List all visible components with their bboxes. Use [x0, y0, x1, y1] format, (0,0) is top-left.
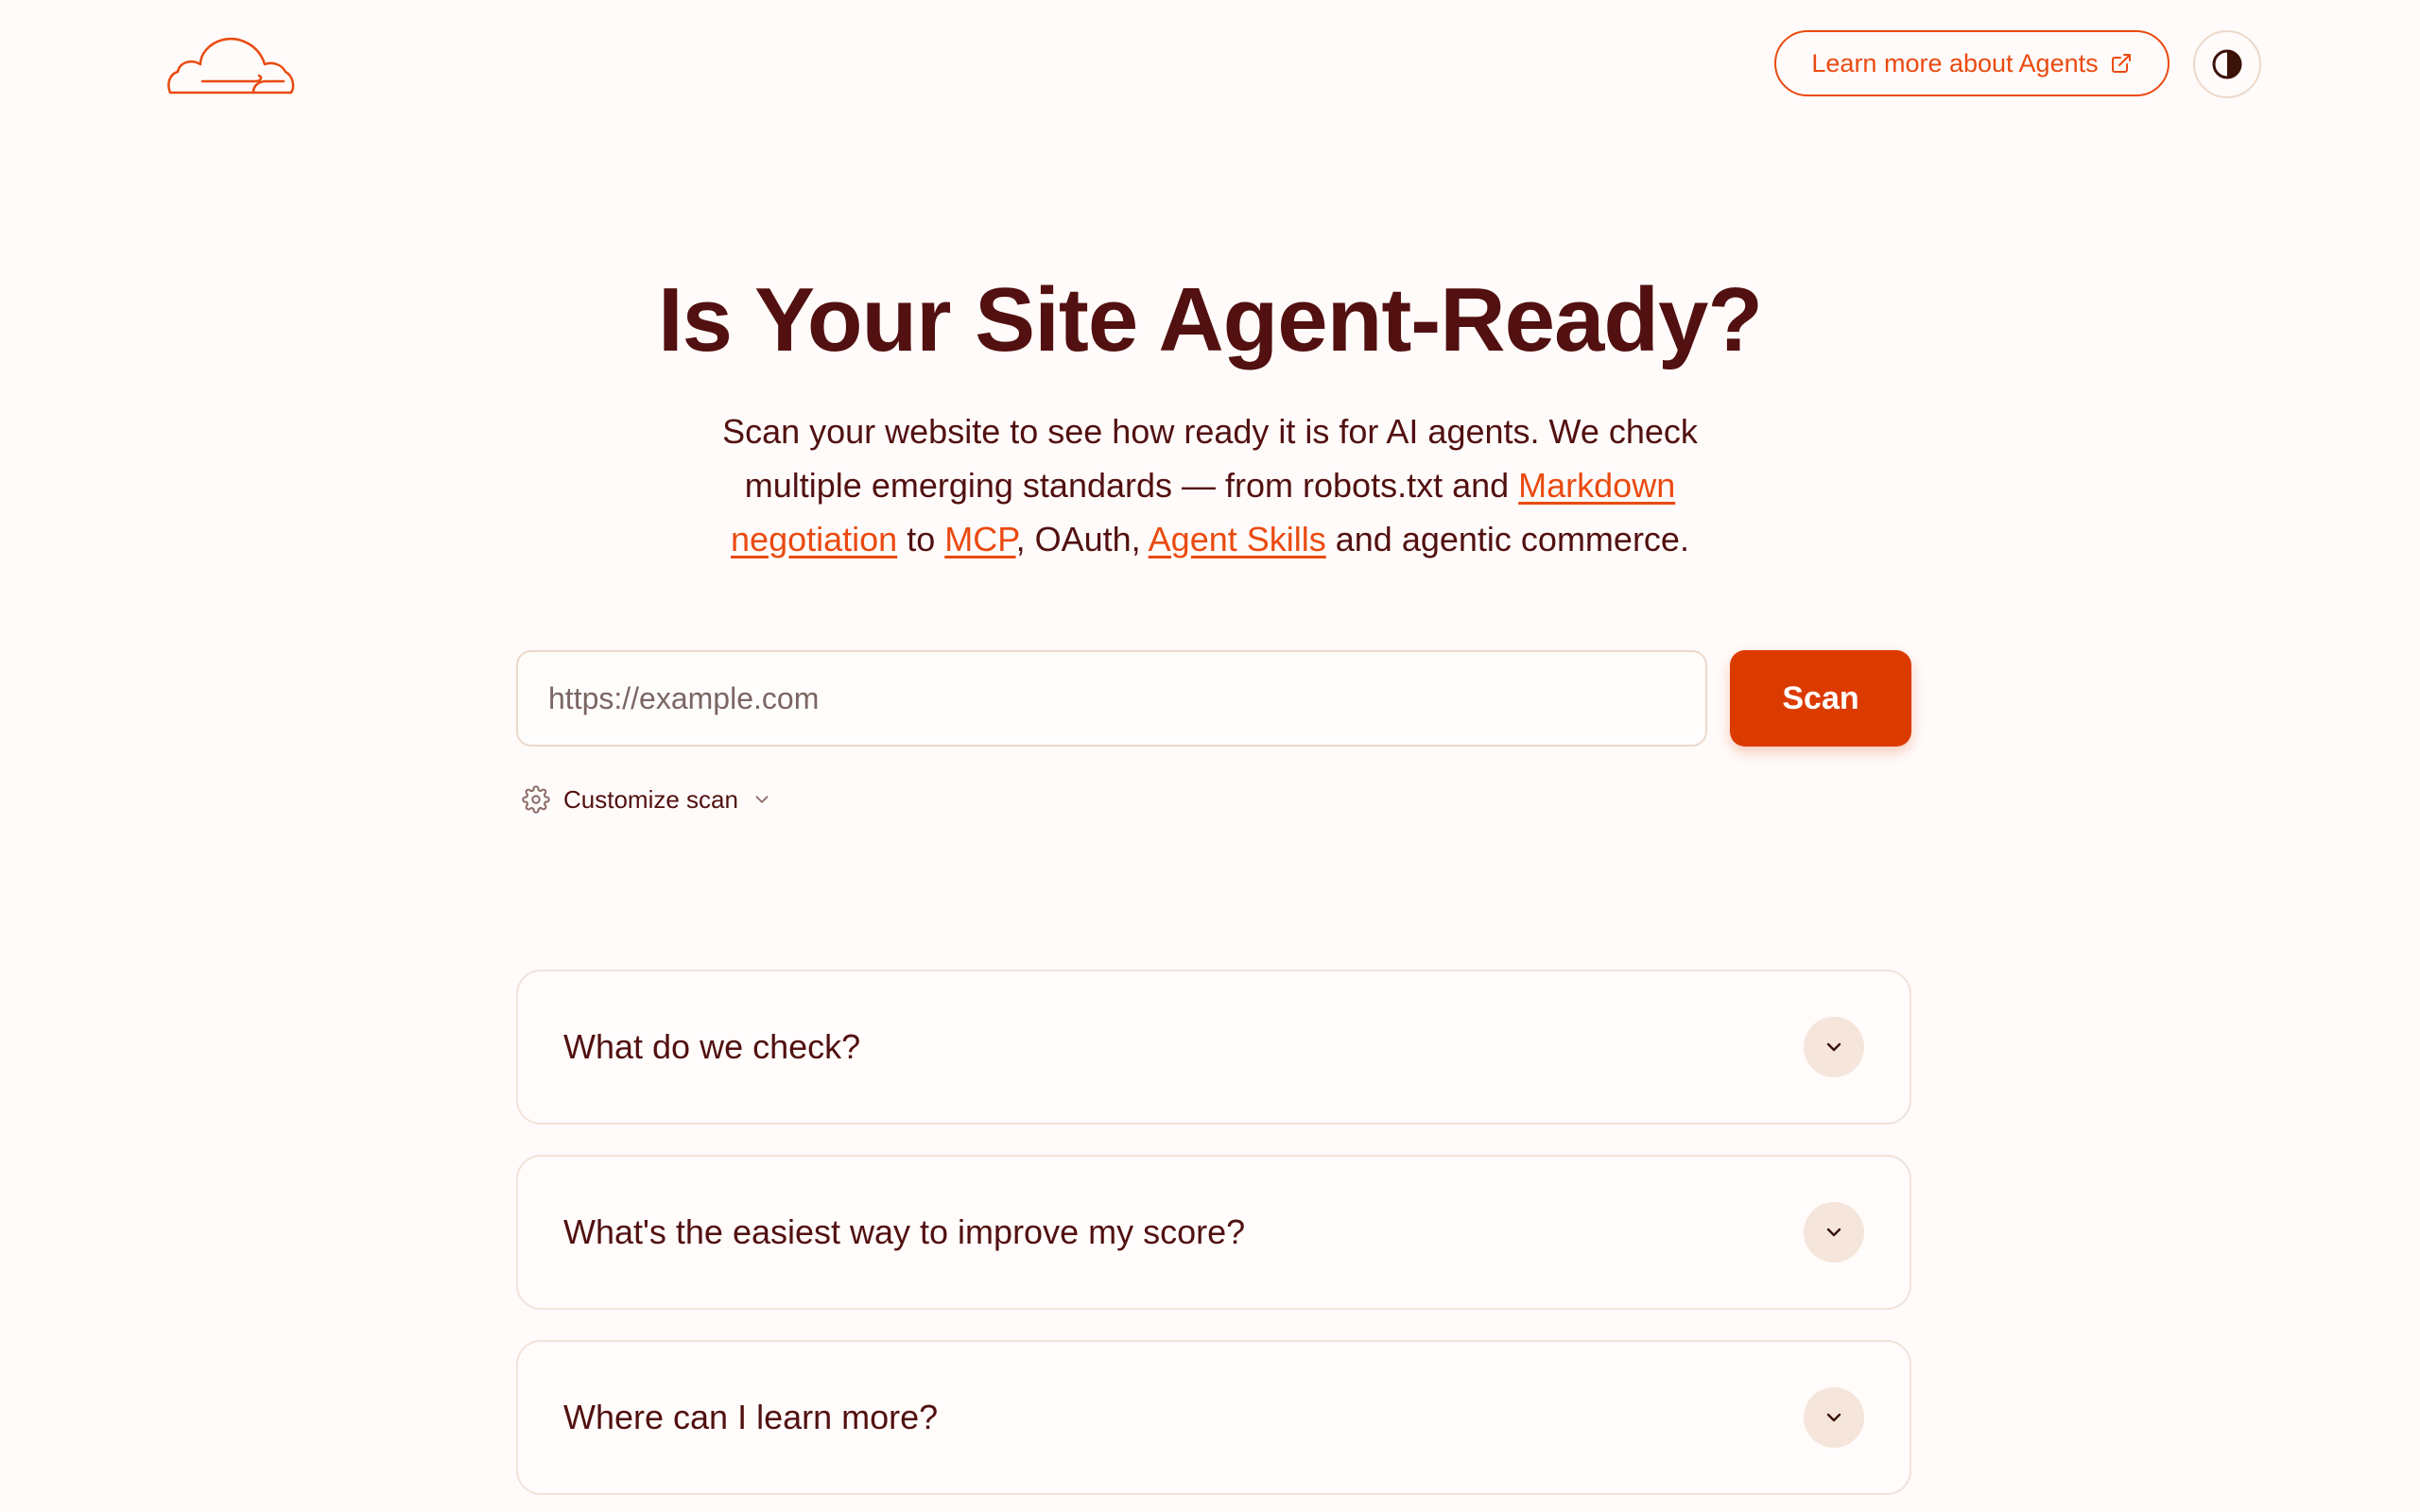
page-title: Is Your Site Agent-Ready? — [657, 269, 1763, 370]
customize-scan-label: Customize scan — [563, 784, 738, 814]
faq-expand-button[interactable] — [1804, 1017, 1864, 1077]
customize-scan-toggle[interactable]: Customize scan — [522, 781, 772, 818]
chevron-down-icon — [1826, 1228, 1841, 1237]
faq-item-improve-score[interactable]: What's the easiest way to improve my sco… — [516, 1155, 1911, 1310]
chevron-down-icon — [1826, 1413, 1841, 1422]
faq-expand-button[interactable] — [1804, 1387, 1864, 1448]
theme-toggle-button[interactable] — [2193, 30, 2261, 98]
faq-question: Where can I learn more? — [563, 1398, 939, 1436]
cloudflare-logo[interactable] — [166, 32, 297, 96]
hero-desc-text-3: , OAuth, — [1015, 520, 1149, 558]
contrast-icon — [2212, 49, 2242, 79]
faq-item-learn-more[interactable]: Where can I learn more? — [516, 1340, 1911, 1495]
scan-button[interactable]: Scan — [1730, 650, 1911, 747]
learn-more-label: Learn more about Agents — [1811, 48, 2099, 77]
url-input[interactable] — [516, 650, 1707, 747]
external-link-icon — [2111, 54, 2131, 73]
hero-desc-text-2: to — [897, 520, 945, 558]
hero-description: Scan your website to see how ready it is… — [700, 404, 1720, 566]
hero-desc-text-4: and agentic commerce. — [1325, 520, 1689, 558]
learn-more-agents-button[interactable]: Learn more about Agents — [1774, 30, 2169, 96]
faq-question: What do we check? — [563, 1027, 861, 1066]
chevron-down-icon — [755, 796, 769, 803]
faq-expand-button[interactable] — [1804, 1202, 1864, 1263]
faq-question: What's the easiest way to improve my sco… — [563, 1212, 1246, 1251]
agent-skills-link[interactable]: Agent Skills — [1149, 520, 1326, 558]
gear-icon — [522, 785, 550, 814]
mcp-link[interactable]: MCP — [944, 520, 1015, 558]
faq-item-what-we-check[interactable]: What do we check? — [516, 970, 1911, 1125]
chevron-down-icon — [1826, 1042, 1841, 1052]
